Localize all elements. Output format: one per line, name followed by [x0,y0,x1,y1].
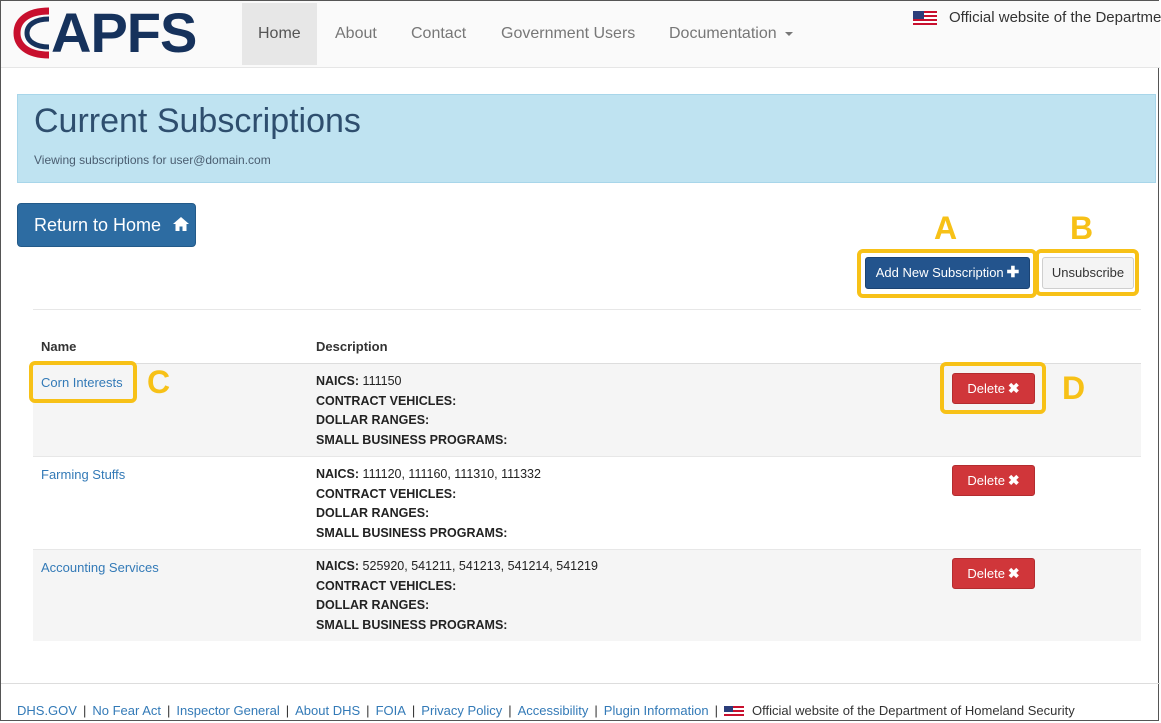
subscription-name-link[interactable]: Farming Stuffs [41,467,125,482]
footer-separator: | [594,703,598,718]
annotation-letter-b: B [1070,210,1094,246]
chevron-down-icon [784,31,793,36]
nav-documentation-label: Documentation [669,25,777,42]
footer-links: DHS.GOV | No Fear Act | Inspector General | Ab… [17,703,1075,718]
dollar-ranges-label: DOLLAR RANGES: [316,413,430,427]
annotation-letter-c: C [147,364,171,400]
small-business-programs-label: SMALL BUSINESS PROGRAMS: [316,432,508,447]
contract-vehicles-label: CONTRACT VEHICLES: [316,486,457,501]
page-subtitle: Viewing subscriptions for user@domain.co… [34,153,271,167]
contract-vehicles-label: CONTRACT VEHICLES: [316,578,457,593]
naics-value: 525920, 541211, 541213, 541214, 541219 [362,559,598,573]
small-business-programs-label: SMALL BUSINESS PROGRAMS: [316,617,508,632]
table-row: Farming Stuffs NAICS: 111120, 111160, 11… [33,457,1141,549]
page-title: Current Subscriptions [34,102,361,140]
footer-link-about-dhs[interactable]: About DHS [295,703,360,718]
naics-label: NAICS: [316,374,360,388]
annotation-letter-d: D [1062,370,1086,406]
naics-label: NAICS: [316,559,360,573]
footer-link-plugin-information[interactable]: Plugin Information [604,703,709,718]
logo-swoosh-icon [13,7,50,59]
footer-link-accessibility[interactable]: Accessibility [518,703,589,718]
footer-separator: | [366,703,370,718]
contract-vehicles-label: CONTRACT VEHICLES: [316,393,457,408]
return-to-home-label: Return to Home [34,215,162,235]
naics-value: 111120, 111160, 111310, 111332 [362,467,541,481]
close-icon: ✖ [1007,565,1020,581]
subscription-description: NAICS: 525920, 541211, 541213, 541214, 5… [316,557,598,635]
footer-link-no-fear-act[interactable]: No Fear Act [92,703,161,718]
footer-separator: | [167,703,171,718]
subscription-description: NAICS: 111120, 111160, 111310, 111332 CO… [316,465,541,543]
dollar-ranges-label: DOLLAR RANGES: [316,506,430,520]
highlight-box-b [1035,249,1139,296]
delete-button[interactable]: Delete ✖ [952,465,1035,496]
official-website-text: Official website of the Department of Ho… [949,9,1161,26]
naics-value: 111150 [362,374,402,388]
table-top-divider [33,309,1141,310]
annotation-letter-a: A [934,210,958,246]
footer-official-text: Official website of the Department of Ho… [751,703,1075,718]
footer-link-inspector-general[interactable]: Inspector General [176,703,279,718]
small-business-programs-label: SMALL BUSINESS PROGRAMS: [316,525,508,540]
us-flag-icon [913,11,937,26]
delete-label: Delete [967,566,1005,581]
dollar-ranges-label: DOLLAR RANGES: [316,598,430,612]
nav-about[interactable]: About [319,3,393,65]
column-header-name: Name [41,339,77,354]
close-icon: ✖ [1007,472,1020,488]
footer-separator: | [411,703,416,718]
us-flag-icon [723,706,744,718]
table-row: Accounting Services NAICS: 525920, 54121… [33,550,1141,641]
footer-link-privacy-policy[interactable]: Privacy Policy [421,703,502,718]
home-icon [173,217,190,232]
nav-government-users[interactable]: Government Users [485,3,651,65]
nav-documentation-dropdown[interactable]: Documentation [653,3,809,65]
subscription-description: NAICS: 111150 CONTRACT VEHICLES: DOLLAR … [316,372,507,450]
return-to-home-button[interactable]: Return to Home [17,203,196,247]
footer-separator: | [82,703,87,718]
apfs-logo[interactable]: APFS [13,1,197,64]
footer-link-dhs-gov[interactable]: DHS.GOV [17,703,77,718]
naics-label: NAICS: [316,467,360,481]
footer-separator: | [508,703,512,718]
highlight-box-d [940,362,1046,414]
column-header-description: Description [316,339,388,354]
top-navbar: APFS Home About Contact Government Users… [1,1,1161,68]
footer-divider [1,683,1160,684]
highlight-box-a [857,249,1037,298]
delete-button[interactable]: Delete ✖ [952,558,1035,589]
footer-separator: | [285,703,290,718]
highlight-box-c [29,361,137,403]
logo-text: APFS [51,1,197,64]
page-header-panel: Current Subscriptions Viewing subscripti… [17,94,1156,183]
nav-contact[interactable]: Contact [395,3,482,65]
delete-label: Delete [967,473,1005,488]
official-website-banner: Official website of the Department of Ho… [913,9,1161,26]
footer-separator: | [714,703,718,718]
footer-link-foia[interactable]: FOIA [376,703,406,718]
subscription-name-link[interactable]: Accounting Services [41,560,159,575]
nav-home[interactable]: Home [242,3,317,65]
